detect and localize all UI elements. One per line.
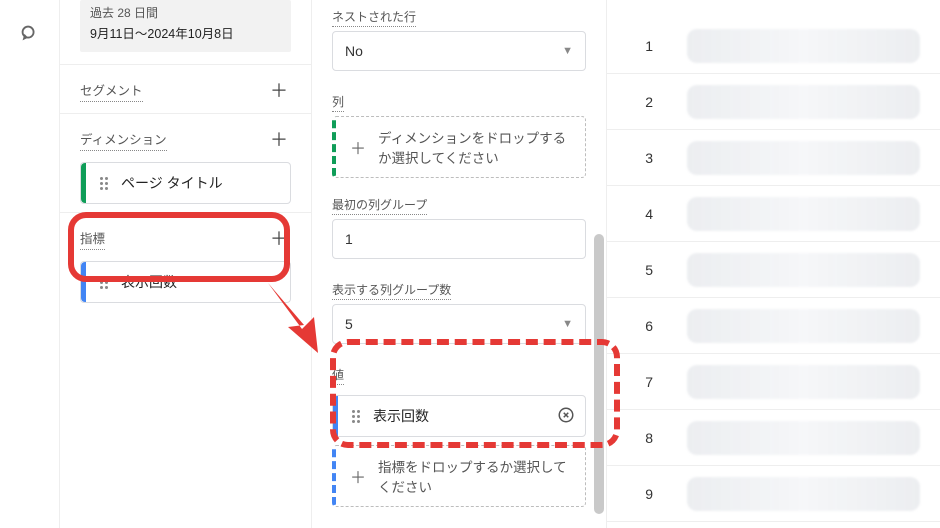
first-group-label: 最初の列グループ [312, 188, 606, 219]
table-row: 4 [607, 186, 940, 242]
table-row: 7 [607, 354, 940, 410]
drag-handle-icon[interactable] [97, 275, 111, 289]
date-range-past-label: 過去 28 日間 [90, 4, 281, 21]
add-dimension-button[interactable]: ＋ [267, 128, 291, 152]
add-metric-button[interactable]: ＋ [267, 227, 291, 251]
table-row: 8 [607, 410, 940, 466]
chevron-down-icon: ▼ [562, 318, 573, 330]
nested-rows-select[interactable]: No ▼ [332, 31, 586, 71]
metric-chip[interactable]: 表示回数 [80, 261, 291, 303]
left-rail [0, 0, 60, 528]
dimension-chip[interactable]: ページ タイトル [80, 162, 291, 204]
dimension-section: ディメンション ＋ [60, 120, 311, 158]
columns-drop-zone[interactable]: ＋ ディメンションをドロップするか選択してください [332, 116, 586, 178]
variables-panel: 過去 28 日間 9月11日～2024年10月8日 セグメント ＋ ディメンショ… [60, 0, 312, 528]
explore-icon[interactable] [18, 22, 40, 49]
date-range[interactable]: 過去 28 日間 9月11日～2024年10月8日 [80, 0, 291, 52]
columns-label: 列 [312, 85, 606, 116]
values-label: 値 [312, 358, 606, 389]
remove-value-button[interactable] [557, 406, 575, 427]
table-row: 1 [607, 18, 940, 74]
table-row: 9 [607, 466, 940, 522]
value-chip[interactable]: 表示回数 [332, 395, 586, 437]
add-segment-button[interactable]: ＋ [267, 79, 291, 103]
metric-chip-label: 表示回数 [121, 272, 177, 292]
dimension-label: ディメンション [80, 129, 167, 151]
preview-panel: 1 2 3 4 5 6 7 8 9 [607, 0, 940, 528]
dimension-chip-label: ページ タイトル [121, 173, 223, 193]
drag-handle-icon[interactable] [349, 409, 363, 423]
plus-icon: ＋ [350, 464, 366, 488]
metrics-section: 指標 ＋ [60, 219, 311, 257]
first-group-input[interactable]: 1 [332, 219, 586, 259]
show-groups-select[interactable]: 5 ▼ [332, 304, 586, 344]
tab-settings-panel: ネストされた行 No ▼ 列 ＋ ディメンションをドロップするか選択してください… [312, 0, 607, 528]
values-drop-zone[interactable]: ＋ 指標をドロップするか選択してください [332, 445, 586, 507]
table-row: 3 [607, 130, 940, 186]
scrollbar[interactable] [594, 234, 604, 514]
show-groups-label: 表示する列グループ数 [312, 273, 606, 304]
table-row: 5 [607, 242, 940, 298]
drag-handle-icon[interactable] [97, 176, 111, 190]
metrics-label: 指標 [80, 228, 105, 250]
segment-section: セグメント ＋ [60, 71, 311, 109]
cell-type-label: セルタイプ [312, 517, 606, 528]
value-chip-label: 表示回数 [373, 406, 429, 426]
date-range-text: 9月11日～2024年10月8日 [90, 23, 281, 42]
chevron-down-icon: ▼ [562, 45, 573, 57]
segment-label: セグメント [80, 80, 143, 102]
plus-icon: ＋ [350, 135, 366, 159]
table-row: 6 [607, 298, 940, 354]
table-row: 2 [607, 74, 940, 130]
nested-rows-label: ネストされた行 [312, 0, 606, 31]
